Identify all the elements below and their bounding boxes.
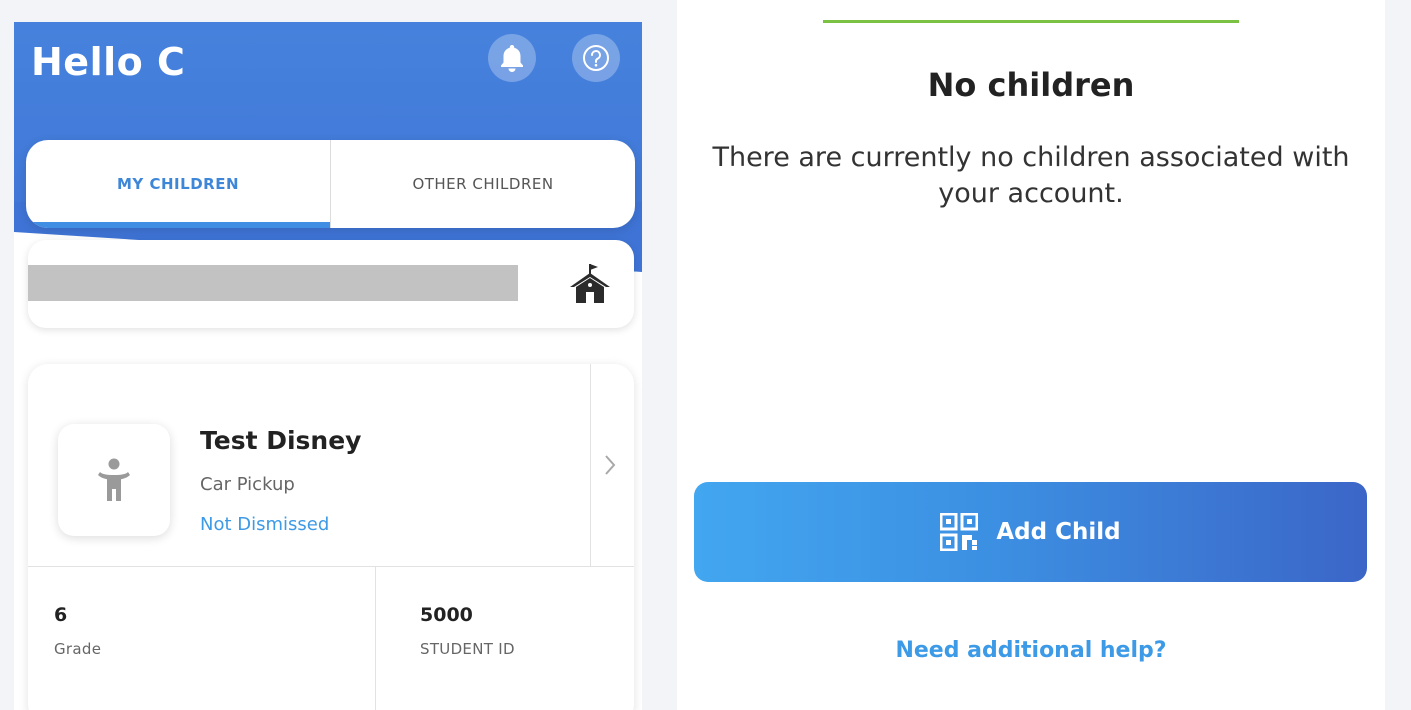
grade-label: Grade	[54, 640, 102, 658]
school-selector[interactable]	[28, 240, 634, 328]
child-card[interactable]: Test Disney Car Pickup Not Dismissed 6 G…	[28, 364, 634, 710]
child-icon	[98, 458, 130, 501]
grade-value: 6	[54, 604, 68, 626]
notifications-button[interactable]	[488, 34, 536, 82]
children-screen: Hello C MY CHILDREN OTHER CHILDREN Test …	[14, 22, 642, 710]
dismissal-status: Not Dismissed	[200, 514, 330, 535]
children-tabs: MY CHILDREN OTHER CHILDREN	[26, 140, 635, 228]
school-icon	[570, 264, 610, 303]
stats-divider	[375, 566, 376, 710]
progress-bar	[823, 20, 1239, 23]
no-children-screen: No children There are currently no child…	[677, 0, 1385, 710]
student-id-label: STUDENT ID	[420, 640, 515, 658]
child-name: Test Disney	[200, 426, 362, 455]
card-divider	[590, 364, 591, 566]
tab-my-children[interactable]: MY CHILDREN	[26, 140, 330, 228]
pickup-type: Car Pickup	[200, 474, 295, 495]
help-circle-icon	[583, 45, 609, 71]
child-avatar	[58, 424, 170, 536]
help-button[interactable]	[572, 34, 620, 82]
empty-state-message: There are currently no children associat…	[712, 142, 1350, 209]
tab-other-children[interactable]: OTHER CHILDREN	[331, 140, 635, 228]
school-name-redacted	[28, 265, 518, 301]
student-id-value: 5000	[420, 604, 473, 626]
bell-icon	[501, 45, 523, 72]
greeting-title: Hello C	[31, 40, 186, 84]
tab-active-indicator	[26, 222, 330, 228]
add-child-button[interactable]: Add Child	[694, 482, 1367, 582]
qr-code-icon	[940, 513, 979, 551]
help-link[interactable]: Need additional help?	[677, 638, 1385, 663]
empty-state-title: No children	[927, 66, 1135, 104]
chevron-right-icon[interactable]	[600, 452, 620, 478]
card-divider	[28, 566, 634, 567]
add-child-label: Add Child	[996, 519, 1121, 545]
